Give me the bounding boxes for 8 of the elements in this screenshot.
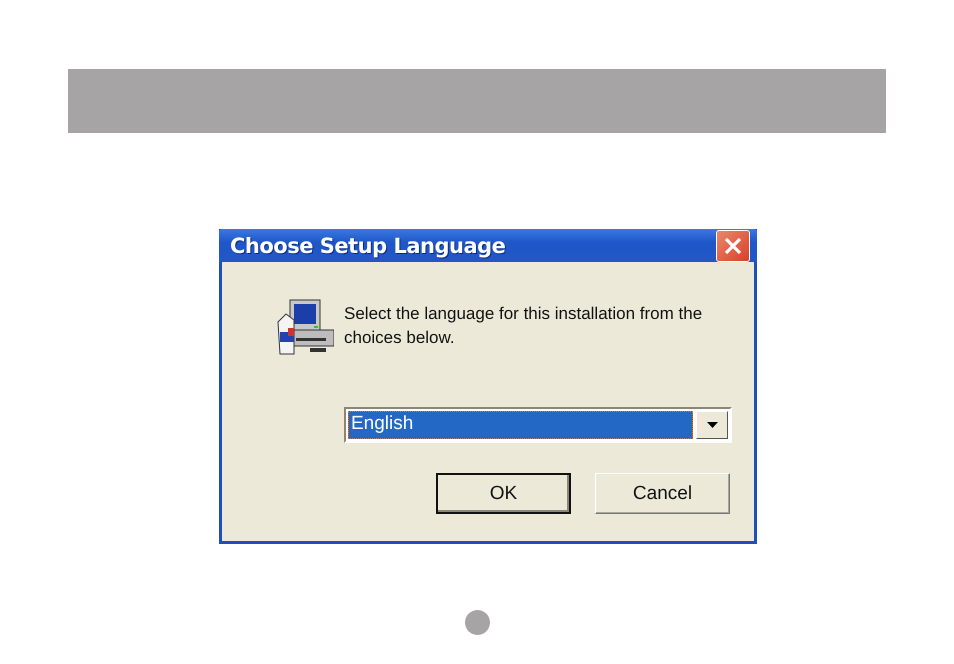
page-marker: [464, 610, 490, 635]
close-button[interactable]: [716, 230, 750, 262]
ok-button[interactable]: OK: [436, 473, 571, 514]
cancel-button[interactable]: Cancel: [595, 473, 730, 514]
close-icon: [723, 236, 743, 256]
instruction-text: Select the language for this installation from the choices below.: [344, 303, 704, 349]
language-dropdown[interactable]: English: [344, 407, 732, 443]
window-title: Choose Setup Language: [230, 234, 506, 258]
